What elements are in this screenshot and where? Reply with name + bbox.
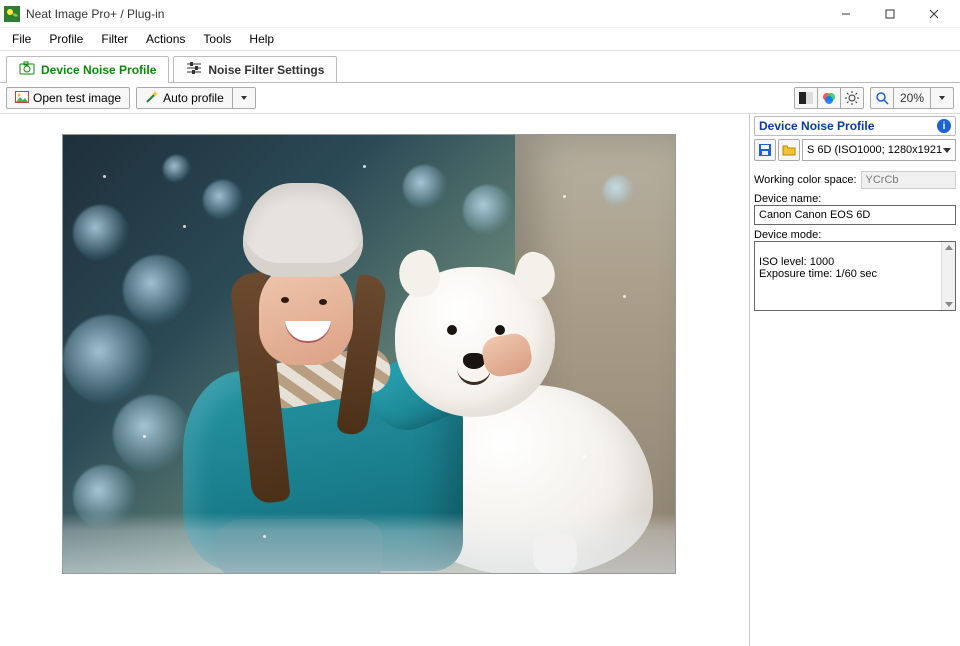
menu-filter[interactable]: Filter — [93, 30, 136, 48]
brightness-button[interactable] — [841, 88, 863, 108]
scrollbar[interactable] — [941, 242, 955, 310]
minimize-button[interactable] — [824, 0, 868, 28]
image-canvas[interactable] — [0, 114, 750, 646]
zoom-dropdown[interactable] — [931, 88, 953, 108]
open-image-group: Open test image — [6, 87, 130, 109]
device-name-text: Canon Canon EOS 6D — [759, 209, 870, 221]
image-icon — [15, 91, 29, 106]
close-button[interactable] — [912, 0, 956, 28]
color-space-label: Working color space: — [754, 174, 857, 186]
camera-icon — [19, 61, 35, 78]
panel-title: Device Noise Profile — [759, 119, 874, 133]
app-icon — [4, 6, 20, 22]
zoom-group: 20% — [870, 87, 954, 109]
info-icon[interactable]: i — [937, 119, 951, 133]
open-profile-button[interactable] — [778, 139, 800, 161]
menu-help[interactable]: Help — [241, 30, 282, 48]
sliders-icon — [186, 61, 202, 78]
window-title: Neat Image Pro+ / Plug-in — [26, 7, 164, 21]
maximize-button[interactable] — [868, 0, 912, 28]
device-mode-field[interactable]: ISO level: 1000 Exposure time: 1/60 sec — [754, 241, 956, 311]
auto-profile-button[interactable]: Auto profile — [137, 88, 232, 108]
content-area: Device Noise Profile i S 6D (ISO1000; 12… — [0, 114, 960, 646]
auto-profile-label: Auto profile — [163, 91, 224, 105]
panel-header: Device Noise Profile i — [754, 116, 956, 136]
menu-actions[interactable]: Actions — [138, 30, 193, 48]
device-mode-text: ISO level: 1000 Exposure time: 1/60 sec — [759, 256, 951, 280]
tab-noise-filter-settings[interactable]: Noise Filter Settings — [173, 56, 337, 82]
open-test-image-label: Open test image — [33, 91, 121, 105]
side-panel: Device Noise Profile i S 6D (ISO1000; 12… — [750, 114, 960, 646]
grayscale-view-button[interactable] — [795, 88, 817, 108]
color-space-row: Working color space: YCrCb — [754, 167, 956, 189]
device-name-field[interactable]: Canon Canon EOS 6D — [754, 205, 956, 225]
profile-select[interactable]: S 6D (ISO1000; 1280x1921 — [802, 139, 956, 161]
window-controls — [824, 0, 956, 28]
color-channels-button[interactable] — [818, 88, 840, 108]
color-space-value: YCrCb — [861, 171, 956, 189]
wand-icon — [145, 90, 159, 107]
tabbar: Device Noise Profile Noise Filter Settin… — [0, 51, 960, 83]
tab-device-noise-profile[interactable]: Device Noise Profile — [6, 56, 169, 83]
profile-row: S 6D (ISO1000; 1280x1921 — [754, 139, 956, 161]
tab-label: Noise Filter Settings — [208, 63, 324, 77]
auto-profile-group: Auto profile — [136, 87, 256, 109]
menu-file[interactable]: File — [4, 30, 39, 48]
zoom-level[interactable]: 20% — [894, 91, 930, 105]
menu-profile[interactable]: Profile — [41, 30, 91, 48]
tab-label: Device Noise Profile — [41, 63, 156, 77]
menubar: File Profile Filter Actions Tools Help — [0, 28, 960, 51]
test-image — [62, 134, 676, 574]
menu-tools[interactable]: Tools — [195, 30, 239, 48]
auto-profile-dropdown[interactable] — [233, 88, 255, 108]
device-mode-label: Device mode: — [754, 229, 956, 241]
color-space-text: YCrCb — [866, 174, 899, 186]
save-profile-button[interactable] — [754, 139, 776, 161]
titlebar: Neat Image Pro+ / Plug-in — [0, 0, 960, 28]
open-test-image-button[interactable]: Open test image — [7, 88, 129, 108]
device-name-label: Device name: — [754, 193, 956, 205]
zoom-tool-button[interactable] — [871, 88, 893, 108]
view-mode-group — [794, 87, 864, 109]
toolbar: Open test image Auto profile — [0, 83, 960, 114]
profile-selected-text: S 6D (ISO1000; 1280x1921 — [807, 144, 942, 156]
